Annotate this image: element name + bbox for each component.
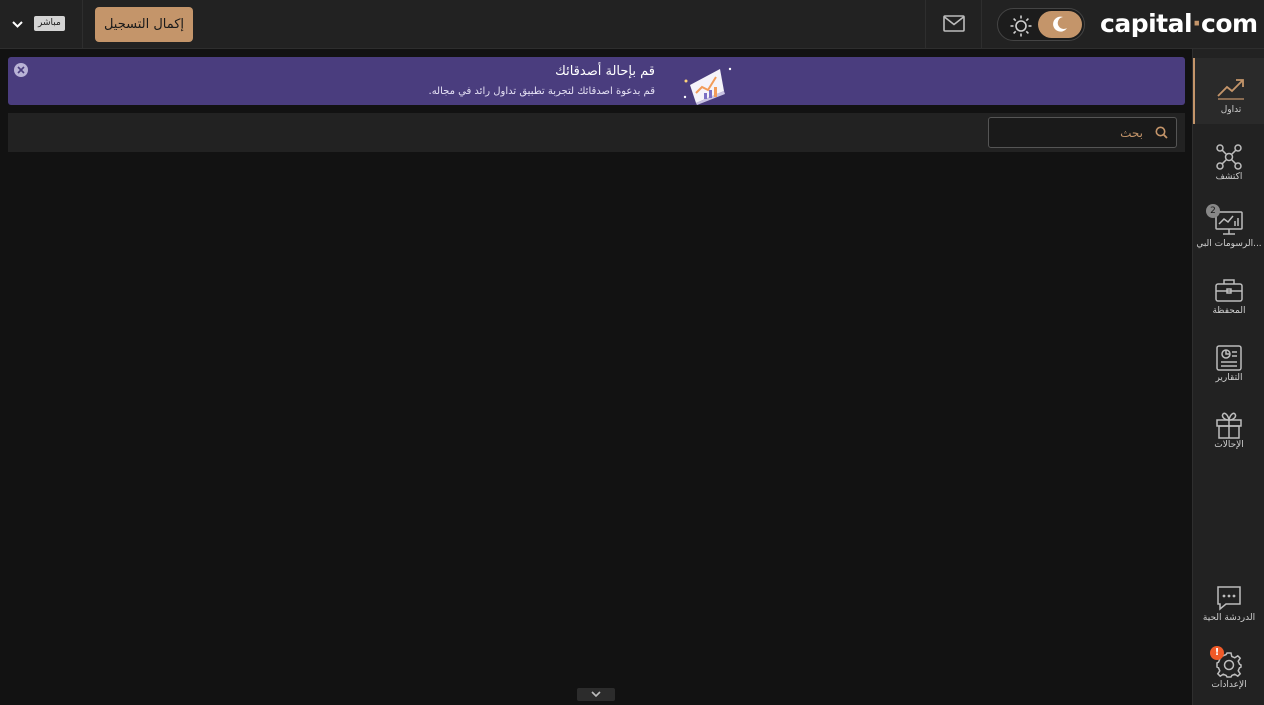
nav-label: الإحالات <box>1214 440 1244 450</box>
chevron-down-icon <box>12 21 23 28</box>
close-icon <box>17 66 25 74</box>
capital-com-logo[interactable]: capital·com <box>1100 8 1258 40</box>
search-icon <box>1155 126 1168 139</box>
expand-panel-button[interactable] <box>577 688 615 701</box>
nav-item-trade[interactable]: تداول <box>1193 58 1264 124</box>
nav-label: الدردشة الحية <box>1202 613 1256 623</box>
banner-title: قم بإحالة أصدقائك <box>555 64 655 79</box>
nav-item-discover[interactable]: اكتشف <box>1193 125 1264 191</box>
search-bar <box>8 113 1185 152</box>
gift-icon <box>1216 412 1242 439</box>
nav-label: الرسومات البي... <box>1196 239 1262 249</box>
complete-registration-button[interactable]: إكمال التسجيل <box>95 7 193 42</box>
sun-icon <box>1010 15 1032 37</box>
nav-item-live-chat[interactable]: الدردشة الحية <box>1193 566 1264 632</box>
nav-label: تداول <box>1220 105 1242 115</box>
logo-suffix: com <box>1201 9 1258 38</box>
logo-dot: · <box>1192 9 1202 38</box>
mail-icon <box>943 15 965 32</box>
top-bar: مباشر إكمال التسجيل capital·com <box>0 0 1264 49</box>
report-icon <box>1216 345 1242 371</box>
network-icon <box>1216 144 1242 170</box>
account-selector[interactable]: مباشر <box>0 0 83 48</box>
theme-toggle[interactable] <box>997 8 1085 41</box>
nav-item-reports[interactable]: التقارير <box>1193 326 1264 392</box>
referral-banner[interactable]: قم بإحالة أصدقائك قم بدعوة اصدقائك لتجرب… <box>8 57 1185 105</box>
main-navigation: تداول اكتشف 2 الرسومات البي... المحفظة ا… <box>1192 49 1264 705</box>
briefcase-icon <box>1215 279 1243 302</box>
nav-label: التقارير <box>1215 373 1243 383</box>
dark-mode-indicator <box>1038 11 1082 38</box>
moon-icon <box>1053 16 1067 32</box>
live-badge: مباشر <box>34 16 65 31</box>
inbox-button[interactable] <box>925 0 982 48</box>
nav-item-referrals[interactable]: الإحالات <box>1193 393 1264 459</box>
nav-label: اكتشف <box>1215 172 1243 182</box>
settings-alert-badge: ! <box>1210 646 1224 660</box>
nav-item-portfolio[interactable]: المحفظة <box>1193 259 1264 325</box>
search-field[interactable] <box>988 117 1177 148</box>
referral-illustration <box>683 67 732 105</box>
charts-count-badge: 2 <box>1206 204 1220 218</box>
banner-close-button[interactable] <box>14 63 28 77</box>
logo-text: capital <box>1100 9 1193 38</box>
trend-up-icon <box>1217 79 1244 100</box>
banner-subtitle: قم بدعوة اصدقائك لتجربة تطبيق تداول رائد… <box>428 86 655 97</box>
nav-label: المحفظة <box>1212 306 1246 316</box>
nav-label: الإعدادات <box>1211 680 1247 690</box>
nav-item-settings[interactable]: ! الإعدادات <box>1193 633 1264 699</box>
nav-item-charts[interactable]: 2 الرسومات البي... <box>1193 192 1264 258</box>
chevron-down-icon <box>591 691 601 698</box>
chat-icon <box>1217 586 1241 611</box>
search-input[interactable] <box>989 118 1149 147</box>
